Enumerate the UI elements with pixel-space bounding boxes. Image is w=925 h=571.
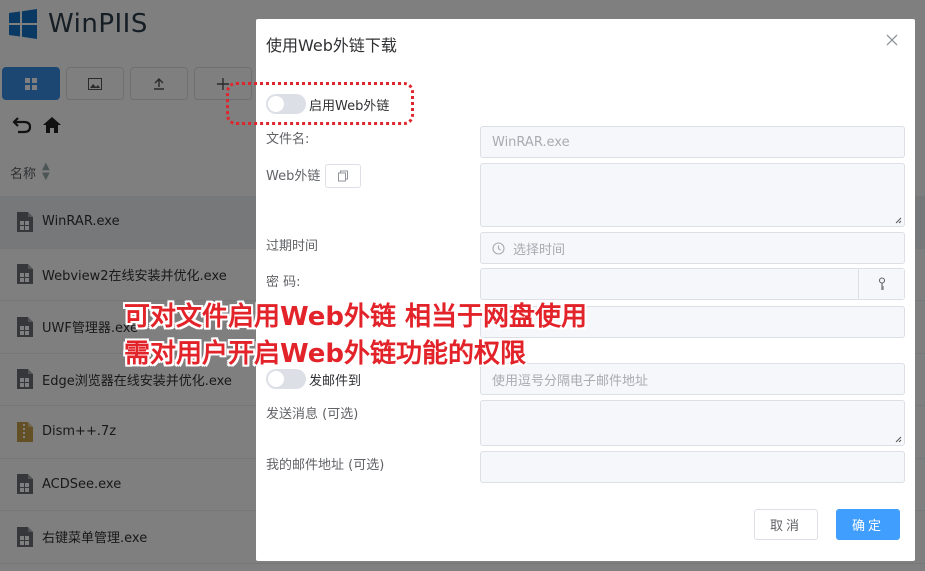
weblink-textarea[interactable] [480, 163, 905, 227]
annotation-line-1: 可对文件启用Web外链 相当于网盘使用 [124, 302, 588, 332]
expire-label: 过期时间 [266, 239, 319, 254]
mail-placeholder: 使用逗号分隔电子邮件地址 [492, 373, 649, 389]
weblink-label: Web外链 [266, 169, 321, 184]
generate-password-button[interactable] [858, 269, 904, 299]
filename-label: 文件名: [266, 132, 310, 147]
my-email-label: 我的邮件地址 (可选) [266, 458, 385, 473]
message-textarea[interactable] [480, 400, 905, 446]
confirm-button[interactable]: 确定 [836, 509, 900, 540]
my-email-input[interactable] [480, 451, 905, 483]
mail-recipients-input[interactable]: 使用逗号分隔电子邮件地址 [480, 363, 905, 395]
filename-value: WinRAR.exe [492, 134, 570, 150]
resize-grip-icon[interactable] [895, 217, 902, 224]
message-label: 发送消息 (可选) [266, 407, 359, 422]
copy-link-button[interactable] [325, 164, 361, 188]
annotation-line-2: 需对用户开启Web外链功能的权限 [124, 339, 526, 369]
copy-icon [338, 170, 348, 182]
highlight-box [226, 82, 414, 125]
resize-grip-icon[interactable] [895, 436, 902, 443]
key-icon [878, 277, 885, 290]
close-icon[interactable] [885, 33, 899, 47]
send-mail-label: 发邮件到 [309, 374, 362, 389]
password-label: 密 码: [266, 275, 301, 290]
send-mail-switch[interactable] [266, 369, 306, 389]
expire-placeholder: 选择时间 [513, 242, 566, 258]
expire-date-picker[interactable]: 选择时间 [480, 232, 905, 264]
filename-input[interactable]: WinRAR.exe [480, 126, 905, 158]
dialog-title: 使用Web外链下载 [266, 36, 397, 55]
cancel-button[interactable]: 取消 [754, 509, 818, 540]
clock-icon [492, 241, 505, 255]
